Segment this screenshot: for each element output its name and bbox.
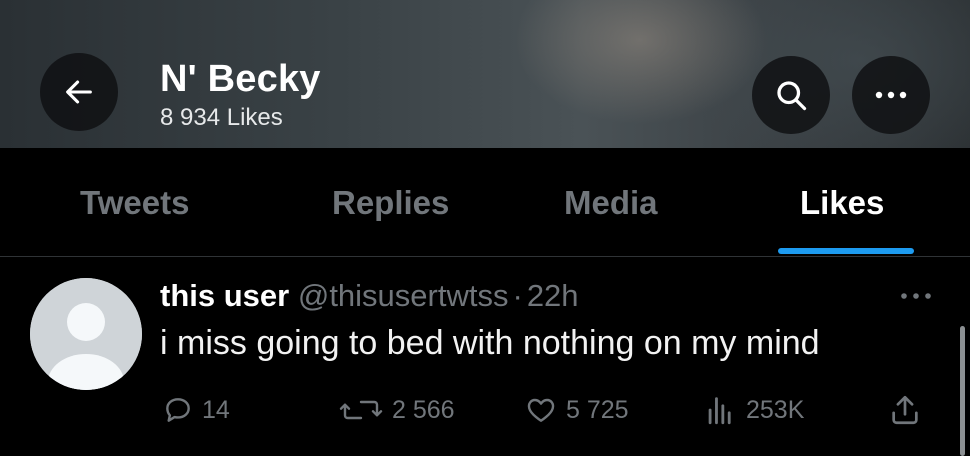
tweet-author-handle[interactable]: @thisusertwtss <box>298 278 509 313</box>
tweet-text: i miss going to bed with nothing on my m… <box>160 324 820 362</box>
more-icon <box>875 91 907 99</box>
search-button[interactable] <box>752 56 830 134</box>
tab-likes[interactable]: Likes <box>800 184 884 222</box>
avatar[interactable] <box>30 278 142 390</box>
tweet-more-button[interactable] <box>898 288 934 306</box>
like-icon <box>527 398 555 422</box>
views-button[interactable]: 253K <box>702 392 804 428</box>
like-button[interactable]: 5 725 <box>524 392 629 428</box>
back-arrow-icon <box>66 80 92 104</box>
retweet-count: 2 566 <box>392 395 455 424</box>
tab-tweets[interactable]: Tweets <box>80 184 189 222</box>
tweet-author-name[interactable]: this user <box>160 278 289 313</box>
scrollbar[interactable] <box>960 326 965 456</box>
retweet-icon <box>339 400 383 420</box>
share-icon <box>892 395 918 425</box>
like-count: 5 725 <box>566 395 629 424</box>
back-button[interactable] <box>40 53 118 131</box>
tweet-more-icon <box>901 293 931 299</box>
active-tab-indicator <box>778 248 914 254</box>
reply-count: 14 <box>202 395 230 424</box>
views-count: 253K <box>746 395 805 424</box>
profile-tabs: Tweets Replies Media Likes <box>0 148 970 257</box>
default-avatar-icon <box>30 278 142 390</box>
search-icon <box>777 81 807 111</box>
tweet-separator: · <box>512 278 523 313</box>
more-button[interactable] <box>852 56 930 134</box>
tweet-time[interactable]: 22h <box>527 278 579 313</box>
likes-count: 8 934 Likes <box>160 104 283 131</box>
profile-title: N' Becky <box>160 58 321 100</box>
tab-media[interactable]: Media <box>564 184 658 222</box>
reply-button[interactable]: 14 <box>162 392 230 428</box>
share-button[interactable] <box>888 392 922 428</box>
tweet-header: this user @thisusertwtss · 22h <box>160 278 579 314</box>
profile-header-banner: N' Becky 8 934 Likes <box>0 0 970 148</box>
tab-replies[interactable]: Replies <box>332 184 449 222</box>
reply-icon <box>166 398 190 422</box>
retweet-button[interactable]: 2 566 <box>338 392 455 428</box>
views-icon <box>708 397 731 425</box>
